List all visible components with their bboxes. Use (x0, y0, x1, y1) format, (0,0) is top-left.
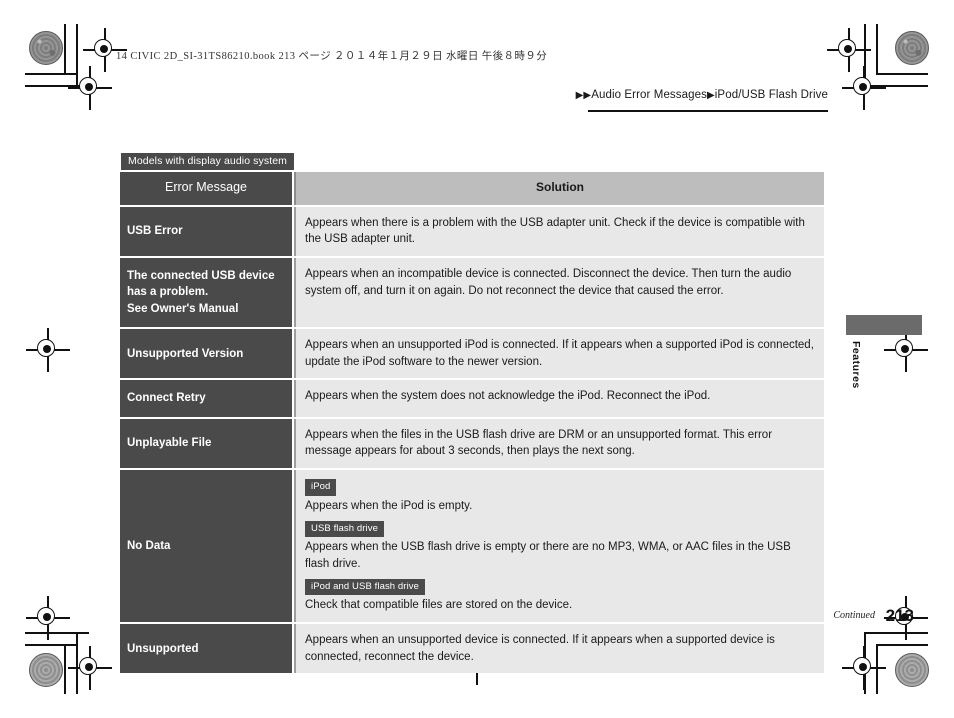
solution-sub-block: iPod Appears when the iPod is empty. (305, 478, 815, 514)
registration-mark-top-center-left (68, 66, 112, 110)
halftone-dot-top-right (895, 31, 929, 65)
side-tab-label: Features (850, 341, 862, 389)
table-row: No Data iPod Appears when the iPod is em… (120, 470, 824, 623)
column-header-solution: Solution (294, 172, 824, 205)
halftone-dot-bottom-right (895, 653, 929, 687)
error-message-cell: Unsupported Version (120, 329, 292, 379)
breadcrumb-section[interactable]: Audio Error Messages (591, 89, 707, 101)
chevron-right-icon-2: ▶ (583, 89, 592, 101)
registration-mark-top-right (827, 28, 871, 72)
halftone-dot-top-left (29, 31, 63, 65)
error-message-cell: No Data (120, 470, 292, 623)
solution-cell: Appears when the files in the USB flash … (294, 418, 824, 469)
registration-mark-bottom-center-left (68, 646, 112, 690)
breadcrumb: ▶▶Audio Error Messages▶iPod/USB Flash Dr… (576, 89, 828, 101)
chevron-right-icon-3: ▶ (706, 89, 715, 101)
table-header-row: Error Message Solution (120, 172, 824, 205)
solution-cell: iPod Appears when the iPod is empty. USB… (294, 470, 824, 623)
registration-mark-bottom-center-right (842, 646, 886, 690)
error-message-table: Error Message Solution USB Error Appears… (120, 172, 824, 675)
column-header-error-message: Error Message (120, 172, 292, 205)
side-tab-bar (846, 315, 922, 335)
table-row: USB Error Appears when there is a proble… (120, 206, 824, 257)
error-message-cell: The connected USB device has a problem. … (120, 258, 292, 328)
solution-sub-text: Appears when the iPod is empty. (305, 499, 473, 512)
halftone-dot-bottom-left (29, 653, 63, 687)
breadcrumb-subsection[interactable]: iPod/USB Flash Drive (715, 89, 828, 101)
error-message-cell: Unsupported (120, 624, 292, 674)
solution-cell: Appears when an unsupported device is co… (294, 624, 824, 674)
registration-mark-left-edge (26, 328, 70, 372)
crop-mark-top-left-v1 (64, 24, 66, 74)
table-row: Unsupported Appears when an unsupported … (120, 624, 824, 674)
solution-cell: Appears when there is a problem with the… (294, 206, 824, 257)
solution-sub-text: Check that compatible files are stored o… (305, 599, 573, 612)
device-badge: iPod and USB flash drive (305, 578, 426, 596)
table-row: The connected USB device has a problem. … (120, 258, 824, 328)
table-row: Unsupported Version Appears when an unsu… (120, 329, 824, 379)
error-message-cell: USB Error (120, 206, 292, 257)
book-print-header: 14 CIVIC 2D_SI-31TS86210.book 213 ページ ２０… (116, 51, 548, 62)
continued-label: Continued (833, 610, 875, 621)
device-badge: iPod (305, 479, 337, 496)
error-message-cell: Unplayable File (120, 418, 292, 469)
registration-mark-bottom-left (26, 596, 70, 640)
solution-sub-text: Appears when the USB flash drive is empt… (305, 541, 791, 570)
model-applicability-badge: Models with display audio system (121, 153, 295, 170)
breadcrumb-rule (588, 110, 828, 112)
solution-cell: Appears when an incompatible device is c… (294, 258, 824, 328)
solution-cell: Appears when the system does not acknowl… (294, 380, 824, 417)
table-row: Unplayable File Appears when the files i… (120, 418, 824, 469)
page-number: 213 (885, 606, 914, 625)
solution-sub-block: USB flash drive Appears when the USB fla… (305, 520, 815, 573)
solution-cell: Appears when an unsupported iPod is conn… (294, 329, 824, 379)
device-badge: USB flash drive (305, 520, 384, 538)
crop-mark-bottom-left-v1 (64, 644, 66, 694)
error-message-cell: Connect Retry (120, 380, 292, 417)
registration-mark-top-center-right (842, 66, 886, 110)
table-row: Connect Retry Appears when the system do… (120, 380, 824, 417)
solution-sub-block: iPod and USB flash drive Check that comp… (305, 578, 815, 614)
